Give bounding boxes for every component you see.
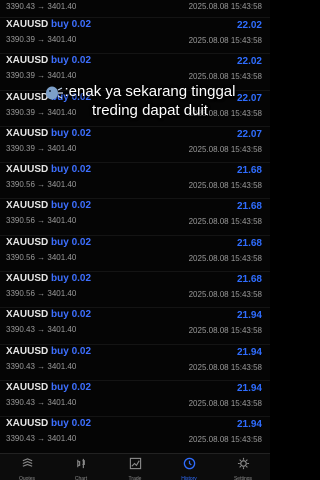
trade-profit: 21.68: [236, 201, 262, 213]
trade-profit: 21.68: [236, 274, 262, 286]
trade-timestamp: 2025.08.08 15:43:58: [188, 398, 262, 408]
trade-profit: 21.94: [236, 382, 262, 394]
trade-profit: 21.94: [236, 419, 262, 431]
trade-profit: 22.02: [236, 20, 262, 31]
trade-prices: 3390.43 → 3401.40: [6, 397, 77, 407]
nav-label: History: [181, 476, 197, 480]
trade-symbol: XAUUSD: [6, 418, 49, 430]
nav-item-settings[interactable]: Settings: [223, 454, 263, 480]
video-caption: :enak ya sekarang tinggal treding dapat …: [64, 83, 236, 119]
trade-symbol-side: XAUUSD buy 0.02: [6, 19, 91, 30]
trade-prices: 3390.56 → 3401.40: [6, 180, 77, 190]
nav-label: Settings: [233, 476, 253, 480]
trade-symbol-side: XAUUSD buy 0.02: [6, 382, 91, 393]
trade-symbol-side: XAUUSD buy 0.02: [6, 309, 91, 320]
trade-row[interactable]: XAUUSD buy 0.02 21.68 3390.56 → 3401.40 202…: [0, 199, 270, 236]
trade-timestamp: 2025.08.08 15:43:58: [188, 435, 262, 445]
history-icon: [183, 457, 196, 475]
trade-side: buy 0.02: [51, 127, 92, 139]
trade-prices: 3390.39 → 3401.40: [6, 143, 77, 153]
trade-side: buy 0.02: [51, 55, 92, 67]
bottom-navigation: Quotes Chart Trade History Settings: [0, 453, 270, 480]
trade-row[interactable]: XAUUSD buy 0.02 21.68 3390.56 → 3401.40 202…: [0, 163, 270, 200]
chart-icon: [75, 457, 88, 475]
trade-row[interactable]: XAUUSD buy 0.02 21.94 3390.43 → 3401.40 202…: [0, 381, 270, 418]
nav-item-quotes[interactable]: Quotes: [7, 454, 47, 480]
trade-timestamp: 2025.08.08 15:43:58: [188, 144, 262, 154]
nav-item-chart[interactable]: Chart: [61, 454, 101, 480]
trade-profit: 21.68: [236, 237, 262, 249]
nav-item-history[interactable]: History: [169, 454, 209, 480]
trade-symbol-side: XAUUSD buy 0.02: [6, 200, 91, 211]
trade-profit: 22.07: [236, 128, 262, 140]
trade-symbol: XAUUSD: [6, 19, 49, 30]
trade-row[interactable]: XAUUSD buy 0.02 21.68 3390.56 → 3401.40 202…: [0, 236, 270, 273]
trade-profit: 21.94: [236, 346, 262, 358]
trade-history-screen: 3390.43 → 3401.40 2025.08.08 15:43:58 XAUU…: [0, 0, 270, 480]
trade-history-list[interactable]: 3390.43 → 3401.40 2025.08.08 15:43:58 XAUU…: [0, 0, 270, 454]
trade-prices: 3390.43 → 3401.40: [6, 361, 77, 371]
trade-side: buy 0.02: [51, 200, 92, 212]
nav-label: Quotes: [18, 476, 36, 480]
trade-symbol-side: XAUUSD buy 0.02: [6, 273, 91, 284]
trade-symbol: XAUUSD: [6, 127, 49, 139]
quotes-icon: [21, 457, 34, 475]
trade-row[interactable]: XAUUSD buy 0.02 22.02 3390.39 → 3401.40 202…: [0, 18, 270, 55]
trade-timestamp: 2025.08.08 15:43:58: [188, 2, 262, 11]
trade-symbol: XAUUSD: [6, 309, 49, 321]
trade-prices: 3390.43 → 3401.40: [6, 2, 77, 11]
trade-side: buy 0.02: [51, 19, 92, 30]
trade-row[interactable]: XAUUSD buy 0.02 21.94 3390.43 → 3401.40 202…: [0, 345, 270, 381]
trade-side: buy 0.02: [51, 418, 92, 430]
trade-icon: [129, 457, 142, 475]
trade-prices: 3390.56 → 3401.40: [6, 252, 77, 262]
trade-profit: 21.94: [236, 310, 262, 322]
nav-label: Trade: [128, 476, 142, 480]
trade-profit: 22.02: [236, 56, 262, 68]
trade-timestamp: 2025.08.08 15:43:58: [188, 326, 262, 336]
trade-symbol: XAUUSD: [6, 273, 49, 285]
trade-timestamp: 2025.08.08 15:43:58: [188, 253, 262, 263]
trade-row[interactable]: XAUUSD buy 0.02 21.68 3390.56 → 3401.40 202…: [0, 272, 270, 309]
trade-prices: 3390.56 → 3401.40: [6, 216, 77, 226]
trade-symbol: XAUUSD: [6, 345, 49, 357]
trade-prices: 3390.39 → 3401.40: [6, 35, 77, 44]
trade-symbol-side: XAUUSD buy 0.02: [6, 128, 91, 139]
settings-icon: [237, 457, 250, 475]
trade-symbol: XAUUSD: [6, 236, 49, 248]
trade-side: buy 0.02: [51, 164, 92, 176]
trade-side: buy 0.02: [51, 309, 92, 321]
trade-row[interactable]: XAUUSD buy 0.02 21.94 3390.43 → 3401.40 202…: [0, 308, 270, 345]
trade-symbol-side: XAUUSD buy 0.02: [6, 237, 91, 248]
trade-symbol-side: XAUUSD buy 0.02: [6, 55, 91, 66]
trade-timestamp: 2025.08.08 15:43:58: [188, 362, 262, 372]
trade-prices: 3390.56 → 3401.40: [6, 289, 77, 299]
trade-side: buy 0.02: [51, 381, 92, 393]
trade-symbol-side: XAUUSD buy 0.02: [6, 418, 91, 429]
trade-timestamp: 2025.08.08 15:43:58: [188, 36, 262, 45]
trade-timestamp: 2025.08.08 15:43:58: [188, 72, 262, 82]
trade-symbol: XAUUSD: [6, 200, 49, 212]
trade-timestamp: 2025.08.08 15:43:58: [188, 290, 262, 300]
trade-symbol: XAUUSD: [6, 381, 49, 393]
nav-item-trade[interactable]: Trade: [115, 454, 155, 480]
trade-symbol: XAUUSD: [6, 164, 49, 176]
trade-prices: 3390.39 → 3401.40: [6, 71, 77, 81]
trade-side: buy 0.02: [51, 273, 92, 285]
trade-prices: 3390.43 → 3401.40: [6, 325, 77, 335]
trade-side: buy 0.02: [51, 236, 92, 248]
trade-timestamp: 2025.08.08 15:43:58: [188, 181, 262, 191]
trade-symbol-side: XAUUSD buy 0.02: [6, 346, 91, 357]
trade-profit: 21.68: [236, 165, 262, 177]
trade-row[interactable]: 3390.43 → 3401.40 2025.08.08 15:43:58: [0, 0, 270, 18]
trade-prices: 3390.43 → 3401.40: [6, 434, 77, 444]
trade-timestamp: 2025.08.08 15:43:58: [188, 217, 262, 227]
trade-row[interactable]: XAUUSD buy 0.02 21.94 3390.43 → 3401.40 202…: [0, 417, 270, 454]
trade-symbol-side: XAUUSD buy 0.02: [6, 164, 91, 175]
trade-symbol: XAUUSD: [6, 55, 49, 67]
trade-side: buy 0.02: [51, 345, 92, 357]
trade-row[interactable]: XAUUSD buy 0.02 22.07 3390.39 → 3401.40 202…: [0, 127, 270, 164]
nav-label: Chart: [74, 476, 88, 480]
